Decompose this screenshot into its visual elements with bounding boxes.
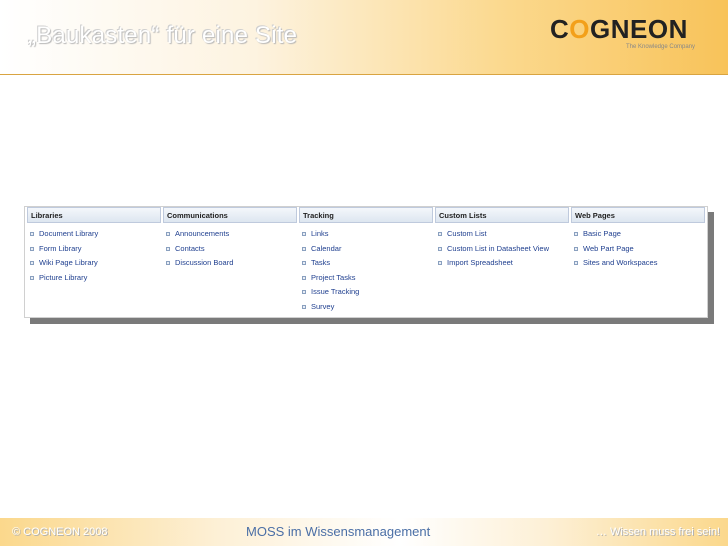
column-libraries: Libraries Document Library Form Library … [27,207,161,287]
column-heading-web-pages: Web Pages [571,207,705,223]
column-tracking: Tracking Links Calendar Tasks Project Ta… [299,207,433,316]
slide-title: „Baukasten“ für eine Site [28,22,298,49]
create-link-calendar[interactable]: Calendar [299,244,433,259]
bullet-icon [30,275,34,280]
bullet-icon [438,261,442,265]
logo-tagline: The Knowledge Company [626,44,696,50]
bullet-icon [574,261,578,265]
footer-center-title: MOSS im Wissensmanagement [246,524,431,539]
column-web-pages: Web Pages Basic Page Web Part Page Sites… [571,207,705,273]
column-communications: Communications Announcements Contacts Di… [163,207,297,273]
bullet-icon [438,232,442,236]
column-heading-libraries: Libraries [27,207,161,223]
bullet-icon [438,246,442,251]
bullet-icon [302,261,306,265]
column-heading-tracking: Tracking [299,207,433,223]
footer-copyright: © COGNEON 2008 [12,526,108,538]
bullet-icon [574,232,578,236]
create-link-custom-list[interactable]: Custom List [435,229,569,244]
create-link-project-tasks[interactable]: Project Tasks [299,273,433,288]
bullet-icon [302,275,306,280]
bullet-icon [30,246,34,251]
column-heading-communications: Communications [163,207,297,223]
create-link-form-library[interactable]: Form Library [27,244,161,259]
create-link-wiki-page-library[interactable]: Wiki Page Library [27,258,161,273]
create-link-discussion-board[interactable]: Discussion Board [163,258,297,273]
create-link-tasks[interactable]: Tasks [299,258,433,273]
create-link-links[interactable]: Links [299,229,433,244]
bullet-icon [166,246,170,251]
create-link-import-spreadsheet[interactable]: Import Spreadsheet [435,258,569,273]
bullet-icon [302,246,306,251]
create-link-basic-page[interactable]: Basic Page [571,229,705,244]
create-link-issue-tracking[interactable]: Issue Tracking [299,287,433,302]
bullet-icon [574,246,578,251]
logo-text-c: C [550,14,570,44]
create-link-contacts[interactable]: Contacts [163,244,297,259]
create-link-web-part-page[interactable]: Web Part Page [571,244,705,259]
create-link-survey[interactable]: Survey [299,302,433,317]
bullet-icon [30,261,34,265]
column-custom-lists: Custom Lists Custom List Custom List in … [435,207,569,273]
logo-text-o: O [569,14,591,44]
bullet-icon [302,304,306,309]
bullet-icon [30,232,34,236]
create-link-document-library[interactable]: Document Library [27,229,161,244]
bullet-icon [302,232,306,236]
create-link-announcements[interactable]: Announcements [163,229,297,244]
bullet-icon [302,290,306,294]
bullet-icon [166,261,170,265]
slide-footer: © COGNEON 2008 MOSS im Wissensmanagement… [0,518,728,546]
create-page-panel: Libraries Document Library Form Library … [24,206,708,318]
column-heading-custom-lists: Custom Lists [435,207,569,223]
create-link-custom-list-datasheet[interactable]: Custom List in Datasheet View [435,244,569,259]
create-link-picture-library[interactable]: Picture Library [27,273,161,288]
create-link-sites-and-workspaces[interactable]: Sites and Workspaces [571,258,705,273]
bullet-icon [166,232,170,236]
slide-header: „Baukasten“ für eine Site COGNEON The Kn… [0,0,728,75]
footer-slogan: … Wissen muss frei sein! [595,526,720,538]
logo-text-gneon: GNEON [590,14,688,44]
